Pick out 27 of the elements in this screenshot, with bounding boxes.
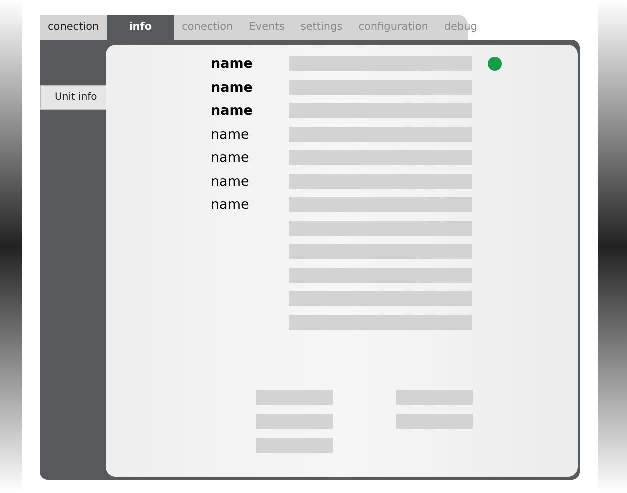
- input-field[interactable]: [289, 220, 472, 236]
- input-field[interactable]: [289, 56, 472, 71]
- field-label: name: [210, 150, 250, 166]
- input-field[interactable]: [289, 126, 472, 142]
- input-field[interactable]: [289, 268, 472, 282]
- input-field[interactable]: [396, 390, 473, 405]
- field-label: name: [210, 197, 250, 213]
- input-field[interactable]: [396, 414, 473, 429]
- input-field[interactable]: [289, 80, 472, 94]
- input-field[interactable]: [289, 103, 472, 118]
- input-field[interactable]: [289, 291, 472, 306]
- input-field[interactable]: [289, 150, 472, 165]
- input-field[interactable]: [256, 390, 333, 405]
- field-label: name: [210, 80, 253, 96]
- input-field[interactable]: [289, 174, 472, 188]
- input-field[interactable]: [256, 438, 333, 453]
- input-field[interactable]: [256, 414, 333, 429]
- field-label: name: [210, 103, 253, 119]
- field-label: name: [210, 56, 253, 72]
- input-field[interactable]: [289, 244, 472, 259]
- tab[interactable]: info: [107, 15, 174, 40]
- input-field[interactable]: [289, 197, 472, 212]
- tab[interactable]: conection: [40, 15, 108, 40]
- field-label: name: [210, 174, 250, 190]
- field-label: name: [210, 126, 250, 142]
- sidebar-item[interactable]: Unit info: [40, 85, 107, 110]
- input-field[interactable]: [289, 314, 472, 330]
